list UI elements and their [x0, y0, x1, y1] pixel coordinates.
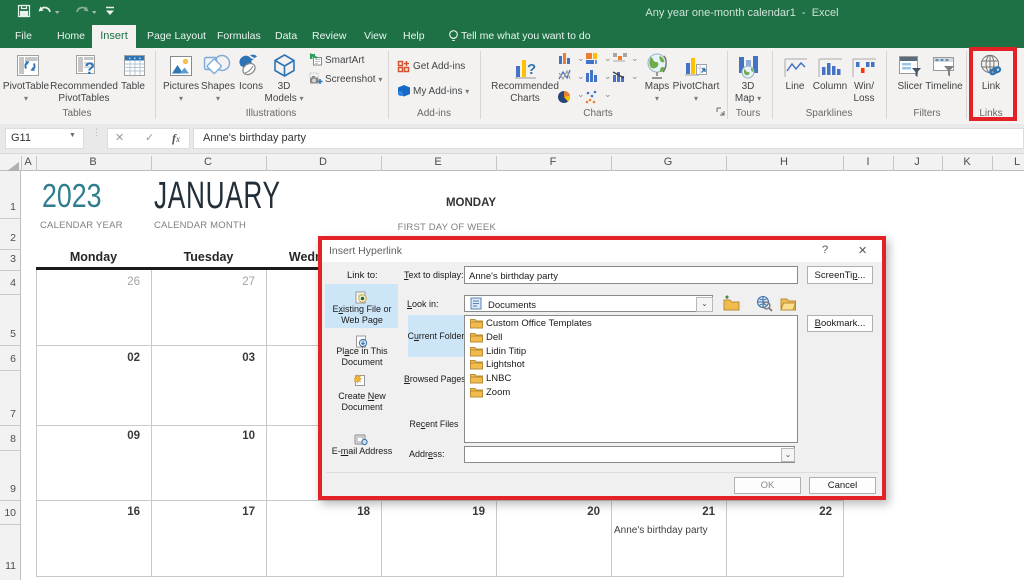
svg-text:⌄: ⌄ — [631, 53, 639, 63]
svg-text:⌄: ⌄ — [577, 89, 585, 99]
svg-text:?: ? — [85, 59, 95, 77]
svg-text:⌄: ⌄ — [604, 71, 612, 81]
svg-text:⌄: ⌄ — [604, 53, 612, 63]
svg-text:⌄: ⌄ — [577, 53, 585, 63]
svg-text:⌄: ⌄ — [577, 71, 585, 81]
svg-text:⌄: ⌄ — [631, 71, 639, 81]
svg-text:⌄: ⌄ — [604, 89, 612, 99]
